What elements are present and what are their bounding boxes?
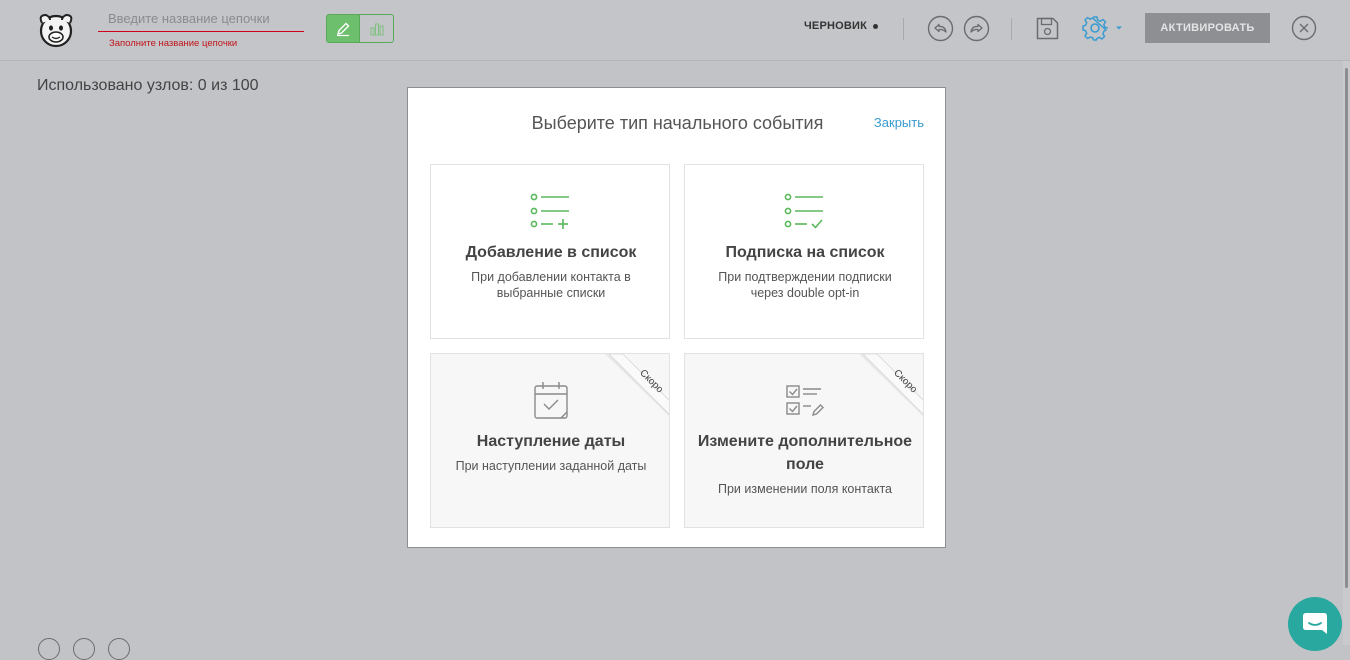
activate-button[interactable]: АКТИВИРОВАТЬ <box>1145 13 1270 43</box>
separator <box>903 18 904 40</box>
undo-button[interactable] <box>926 14 954 42</box>
close-editor-button[interactable] <box>1290 14 1318 42</box>
start-event-modal: Выберите тип начального события Закрыть … <box>407 87 946 548</box>
calendar-check-icon <box>534 382 568 419</box>
card-description: При подтверждении подписки через double … <box>718 270 892 300</box>
redo-button[interactable] <box>962 14 990 42</box>
modal-title: Выберите тип начального события <box>531 113 824 133</box>
undo-icon <box>927 15 953 41</box>
card-title: Добавление в список <box>465 244 637 261</box>
pencil-icon <box>336 22 350 36</box>
modal-close-link[interactable]: Закрыть <box>874 115 924 130</box>
zoom-out-button[interactable] <box>73 638 95 660</box>
mode-toggle <box>326 14 394 43</box>
caret-down-icon <box>1116 26 1122 30</box>
list-add-icon <box>530 193 569 229</box>
status-label: ЧЕРНОВИК <box>804 20 868 32</box>
stats-mode-button[interactable] <box>360 14 394 43</box>
gear-icon <box>1082 16 1108 41</box>
event-card-date: Скоро Наступление даты При наступлении з… <box>430 353 670 528</box>
card-description: При наступлении заданной даты <box>455 459 647 473</box>
chat-icon <box>1303 613 1327 634</box>
status-dot <box>873 23 879 29</box>
card-title: Подписка на список <box>725 244 885 261</box>
chain-name-field: Заполните название цепочки <box>98 6 304 50</box>
close-circle-icon <box>1291 15 1317 41</box>
floppy-disk-icon <box>1036 17 1058 39</box>
bar-chart-icon <box>370 23 383 35</box>
zoom-reset-button[interactable] <box>108 638 130 660</box>
zoom-in-button[interactable] <box>38 638 60 660</box>
top-bar: Заполните название цепочки ЧЕРНОВИК <box>0 0 1350 61</box>
monkey-logo-icon[interactable] <box>34 9 78 49</box>
card-description: При добавлении контакта в выбранные спис… <box>471 270 631 300</box>
card-title: Измените дополнительное поле <box>697 433 913 473</box>
chain-name-input[interactable] <box>98 10 304 32</box>
nodes-counter: Использовано узлов: 0 из 100 <box>37 77 259 94</box>
scrollbar-thumb[interactable] <box>1345 68 1348 588</box>
chain-name-error: Заполните название цепочки <box>109 38 238 49</box>
save-button[interactable] <box>1033 14 1061 42</box>
edit-mode-button[interactable] <box>326 14 360 43</box>
chat-widget-button[interactable] <box>1288 597 1342 651</box>
separator <box>1011 18 1012 40</box>
event-card-custom-field: Скоро Измените дополнительное поле При и… <box>684 353 924 528</box>
draft-status: ЧЕРНОВИК <box>804 20 879 32</box>
checklist-edit-icon <box>786 385 824 417</box>
settings-button[interactable] <box>1080 14 1126 42</box>
card-title: Наступление даты <box>476 433 626 450</box>
list-check-icon <box>784 193 823 229</box>
event-card-list-add[interactable]: Добавление в список При добавлении конта… <box>430 164 670 339</box>
event-card-list-subscribe[interactable]: Подписка на список При подтверждении под… <box>684 164 924 339</box>
redo-icon <box>963 15 989 41</box>
card-description: При изменении поля контакта <box>718 482 892 496</box>
